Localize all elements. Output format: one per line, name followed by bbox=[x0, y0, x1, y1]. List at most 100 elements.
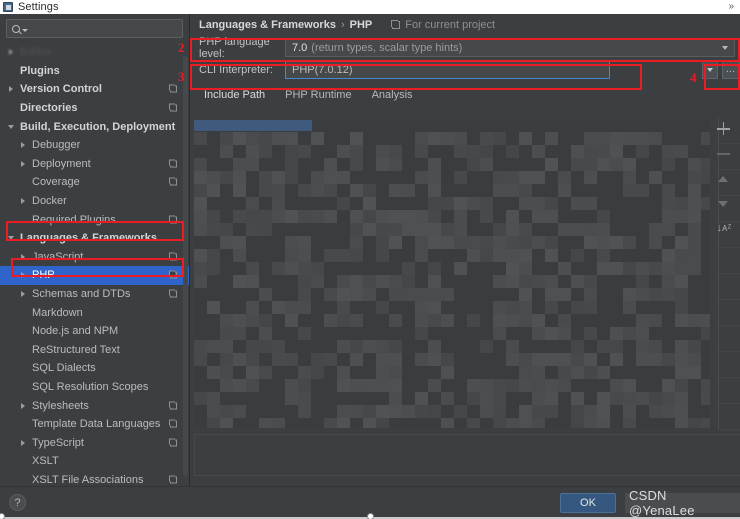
sidebar-item-markdown[interactable]: Markdown bbox=[0, 303, 189, 322]
sidebar-item-label: Coverage bbox=[32, 176, 80, 189]
chevron-right-icon[interactable] bbox=[6, 49, 16, 56]
sidebar-item-required-plugins[interactable]: Required Plugins bbox=[0, 210, 189, 229]
sidebar-item-docker[interactable]: Docker bbox=[0, 192, 189, 211]
module-scope-icon bbox=[169, 438, 177, 447]
sidebar-item-coverage[interactable]: Coverage bbox=[0, 173, 189, 192]
sidebar-item-editor[interactable]: Editor bbox=[0, 43, 189, 62]
sidebar-item-version-control[interactable]: Version Control bbox=[0, 80, 189, 99]
censored-pixel-block bbox=[337, 171, 350, 184]
censored-pixel-block bbox=[571, 249, 584, 262]
php-language-level-combo[interactable]: 7.0 (return types, scalar type hints) bbox=[285, 38, 735, 57]
censored-pixel-block bbox=[246, 145, 259, 158]
search-icon bbox=[12, 24, 20, 33]
sidebar-item-deployment[interactable]: Deployment bbox=[0, 155, 189, 174]
chevron-right-icon[interactable] bbox=[18, 142, 28, 149]
sidebar-item-label: Directories bbox=[20, 102, 78, 115]
chevron-down-icon[interactable] bbox=[6, 236, 16, 241]
censored-pixel-block bbox=[220, 405, 233, 418]
chevron-right-icon[interactable]: » bbox=[728, 1, 734, 12]
chevron-right-icon[interactable] bbox=[18, 272, 28, 279]
sidebar-scrollbar[interactable] bbox=[183, 56, 188, 476]
breadcrumb-separator-icon: › bbox=[340, 19, 345, 31]
censored-pixel-block bbox=[389, 405, 402, 418]
censored-pixel-block bbox=[233, 379, 246, 392]
move-down-icon[interactable] bbox=[717, 197, 730, 210]
censored-pixel-block bbox=[545, 288, 558, 301]
window-title: Settings bbox=[18, 1, 59, 13]
chevron-right-icon[interactable] bbox=[18, 439, 28, 446]
sidebar-item-debugger[interactable]: Debugger bbox=[0, 136, 189, 155]
censored-pixel-block bbox=[376, 379, 389, 392]
sidebar-item-php[interactable]: PHP bbox=[0, 266, 189, 285]
censored-pixel-block bbox=[220, 327, 233, 340]
chevron-right-icon[interactable] bbox=[18, 291, 28, 298]
tab-analysis[interactable]: Analysis bbox=[372, 89, 413, 103]
selected-list-row[interactable] bbox=[194, 120, 312, 131]
sidebar-item-xslt-file-associations[interactable]: XSLT File Associations bbox=[0, 471, 189, 486]
chevron-down-icon[interactable] bbox=[722, 45, 728, 50]
censored-pixel-block bbox=[272, 340, 285, 353]
chevron-right-icon[interactable] bbox=[18, 402, 28, 409]
tab-php-runtime[interactable]: PHP Runtime bbox=[285, 89, 351, 103]
sort-icon[interactable]: ↓ᴀᶻ bbox=[717, 222, 732, 235]
sidebar-item-sql-resolution-scopes[interactable]: SQL Resolution Scopes bbox=[0, 378, 189, 397]
sidebar-item-schemas-and-dtds[interactable]: Schemas and DTDs bbox=[0, 285, 189, 304]
censored-pixel-block bbox=[610, 353, 623, 366]
sidebar-item-xslt[interactable]: XSLT bbox=[0, 452, 189, 471]
censored-pixel-block bbox=[688, 353, 701, 366]
sidebar-item-template-data-languages[interactable]: Template Data Languages bbox=[0, 415, 189, 434]
settings-tree: Editor Plugins Version Control Directories B… bbox=[0, 43, 189, 486]
move-up-icon[interactable] bbox=[717, 172, 730, 185]
breadcrumb-parent[interactable]: Languages & Frameworks bbox=[199, 19, 336, 31]
censored-pixel-block bbox=[311, 210, 324, 223]
chevron-right-icon[interactable] bbox=[18, 198, 28, 205]
sidebar-item-javascript[interactable]: JavaScript bbox=[0, 248, 189, 267]
sidebar-item-directories[interactable]: Directories bbox=[0, 99, 189, 118]
chevron-down-icon[interactable] bbox=[6, 124, 16, 129]
censored-pixel-block bbox=[246, 379, 259, 392]
sidebar-item-restructured-text[interactable]: ReStructured Text bbox=[0, 341, 189, 360]
cli-interpreter-combo[interactable]: PHP (7.0.12) bbox=[285, 60, 610, 79]
censored-pixel-block bbox=[207, 184, 220, 197]
remove-icon[interactable] bbox=[716, 147, 730, 160]
help-icon[interactable]: ? bbox=[9, 494, 26, 511]
sidebar-item-languages-frameworks[interactable]: Languages & Frameworks bbox=[0, 229, 189, 248]
ok-button[interactable]: OK bbox=[560, 493, 616, 513]
search-options-caret-icon[interactable] bbox=[22, 28, 28, 32]
sidebar-item-stylesheets[interactable]: Stylesheets bbox=[0, 396, 189, 415]
chevron-right-icon[interactable] bbox=[18, 253, 28, 260]
search-box[interactable] bbox=[6, 19, 183, 38]
sidebar-item-label: Deployment bbox=[32, 157, 91, 170]
sidebar-item-build-execution-deployment[interactable]: Build, Execution, Deployment bbox=[0, 117, 189, 136]
censored-pixel-block bbox=[584, 223, 597, 236]
censored-pixel-block bbox=[207, 366, 220, 379]
ellipsis-icon: … bbox=[725, 64, 737, 75]
censored-pixel-block bbox=[415, 314, 428, 327]
sidebar-item-plugins[interactable]: Plugins bbox=[0, 62, 189, 81]
resize-handle-bottom[interactable] bbox=[367, 513, 374, 519]
chevron-right-icon[interactable] bbox=[6, 86, 16, 93]
chevron-right-icon[interactable] bbox=[18, 160, 28, 167]
php-language-level-row: PHP language level: 7.0 (return types, s… bbox=[190, 36, 740, 60]
search-input[interactable] bbox=[33, 20, 177, 37]
censored-pixel-block bbox=[363, 210, 376, 223]
settings-window-icon bbox=[3, 2, 13, 12]
add-icon[interactable] bbox=[716, 122, 730, 135]
censored-pixel-block bbox=[220, 366, 233, 379]
censored-pixel-block bbox=[584, 288, 597, 301]
censored-pixel-block bbox=[428, 288, 441, 301]
cli-interpreter-dropdown[interactable] bbox=[702, 60, 718, 79]
censored-pixel-block bbox=[532, 379, 545, 392]
censored-pixel-block bbox=[584, 405, 597, 418]
sidebar-item-typescript[interactable]: TypeScript bbox=[0, 433, 189, 452]
censored-pixel-block bbox=[259, 327, 272, 340]
resize-handle-left[interactable] bbox=[0, 513, 5, 519]
censored-pixel-block bbox=[571, 223, 584, 236]
module-scope-icon bbox=[169, 215, 177, 224]
cli-interpreter-browse-button[interactable]: … bbox=[722, 60, 740, 79]
censored-pixel-block bbox=[363, 197, 376, 210]
sidebar-item-sql-dialects[interactable]: SQL Dialects bbox=[0, 359, 189, 378]
sidebar-item-node-js-and-npm[interactable]: Node.js and NPM bbox=[0, 322, 189, 341]
censored-pixel-block bbox=[610, 262, 623, 275]
tab-include-path[interactable]: Include Path bbox=[204, 89, 265, 103]
